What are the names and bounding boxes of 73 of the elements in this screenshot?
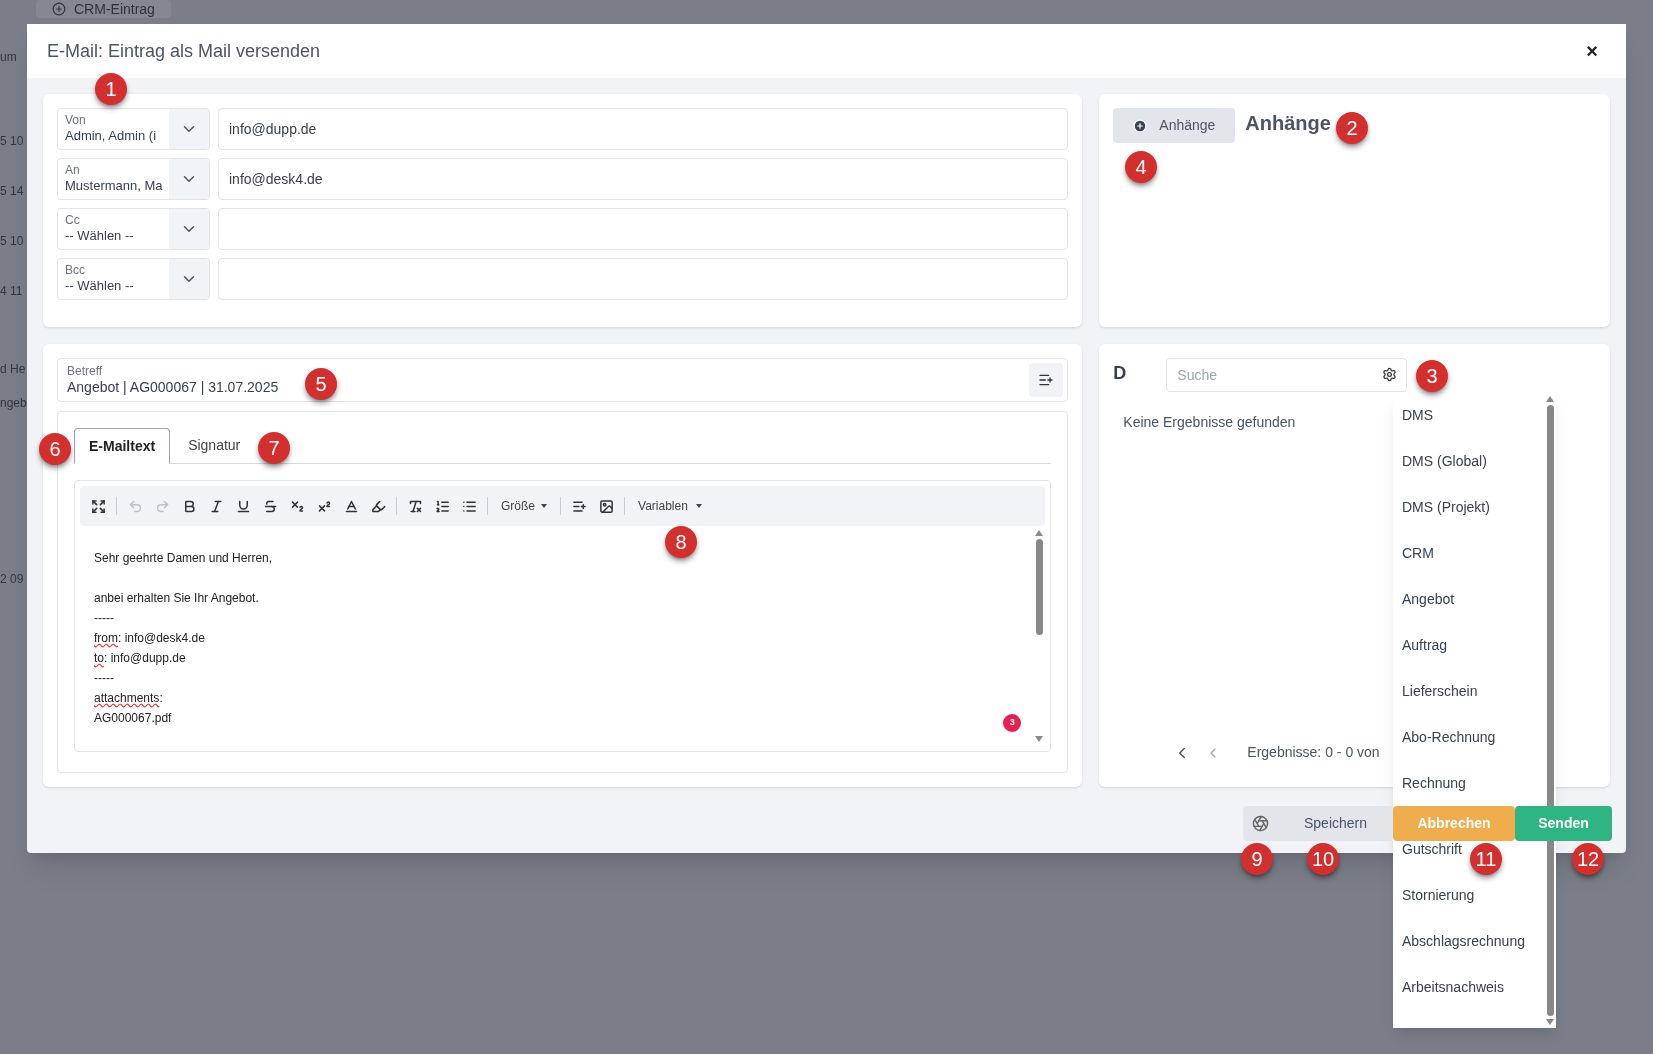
menu-item[interactable]: DMS	[1402, 405, 1544, 425]
menu-item[interactable]: Rechnung	[1402, 773, 1544, 793]
menu-item[interactable]: Stornierung	[1402, 885, 1544, 905]
subject-label: Betreff	[67, 364, 103, 378]
size-dropdown[interactable]: Größe	[493, 493, 555, 519]
aperture-icon	[1252, 815, 1269, 832]
caret-icon	[541, 504, 547, 508]
address-field[interactable]	[218, 208, 1069, 250]
documents-heading: D	[1113, 362, 1127, 385]
save-button[interactable]: Speichern	[1278, 806, 1393, 841]
background-text: 5 10	[0, 133, 24, 150]
select-label: An	[65, 164, 80, 177]
background-text: 5 14	[0, 183, 24, 200]
menu-item[interactable]: Lieferschein	[1402, 681, 1544, 701]
background-text: 2 09	[0, 571, 24, 588]
recipient-select[interactable]: Von Admin, Admin (i	[57, 108, 210, 150]
select-value: -- Wählen --	[65, 227, 134, 245]
select-label: Bcc	[65, 264, 85, 277]
menu-item[interactable]: DMS (Projekt)	[1402, 497, 1544, 517]
insert-list-button[interactable]	[1029, 363, 1064, 397]
body-text-line: AG000067.pdf	[94, 710, 172, 727]
recipient-select[interactable]: Cc -- Wählen --	[57, 208, 210, 250]
background-text: 5 10	[0, 233, 24, 250]
select-label: Cc	[65, 214, 80, 227]
ai-button[interactable]	[1243, 806, 1278, 841]
body-text-line: -----	[94, 670, 114, 687]
menu-item[interactable]: Angebot	[1402, 589, 1544, 609]
callout-marker: 10	[1307, 843, 1339, 875]
plus-icon	[52, 2, 66, 16]
results-count: Ergebnisse: 0 - 0 von	[1247, 743, 1380, 762]
background-text: d He	[0, 361, 26, 378]
editor-tab[interactable]: E-Mailtext	[74, 428, 171, 464]
add-attachment-button[interactable]: Anhänge	[1113, 108, 1236, 143]
body-text-line: -----	[94, 610, 114, 627]
menu-item[interactable]: Abschlagsrechnung	[1402, 931, 1544, 951]
menu-item[interactable]: Abo-Rechnung	[1402, 727, 1544, 747]
select-value: Admin, Admin (i	[65, 127, 157, 145]
plus-icon	[1133, 118, 1148, 133]
subject-value: Angebot | AG000067 | 31.07.2025	[67, 377, 279, 396]
address-field[interactable]: info@dupp.de	[218, 108, 1069, 150]
background-text: ngeb	[0, 395, 27, 412]
body-text-line: anbei erhalten Sie Ihr Angebot.	[94, 590, 259, 607]
background-text: um	[0, 49, 17, 66]
address-field[interactable]: info@desk4.de	[218, 158, 1069, 200]
caret-icon	[695, 504, 702, 508]
address-field[interactable]	[218, 258, 1069, 300]
attachments-heading: Anhänge	[1245, 111, 1331, 136]
empty-message: Keine Ergebnisse gefunden	[1123, 413, 1296, 432]
select-value: Mustermann, Ma	[65, 177, 163, 195]
menu-item[interactable]: DMS (Global)	[1402, 451, 1544, 471]
select-label: Von	[65, 114, 86, 127]
body-text-line: attachments:	[94, 690, 163, 707]
settings-icon[interactable]	[1382, 367, 1398, 382]
body-text-line: Sehr geehrte Damen und Herren,	[94, 550, 273, 567]
body-text-line: to: info@dupp.de	[94, 650, 186, 667]
menu-item[interactable]: Arbeitsnachweis	[1402, 977, 1544, 997]
search-field[interactable]: Suche	[1166, 358, 1408, 392]
close-button[interactable]: ×	[1578, 36, 1606, 66]
issues-badge: 3	[1003, 714, 1022, 732]
recipient-select[interactable]: Bcc -- Wählen --	[57, 258, 210, 300]
editor-tab[interactable]: Signatur	[174, 427, 255, 463]
recipient-select[interactable]: An Mustermann, Ma	[57, 158, 210, 200]
callout-marker: 12	[1572, 843, 1604, 875]
dialog-title: E-Mail: Eintrag als Mail versenden	[47, 39, 321, 63]
menu-item[interactable]: Auftrag	[1402, 635, 1544, 655]
tab-label: CRM-Eintrag	[74, 0, 155, 19]
list-plus-icon	[1038, 372, 1055, 388]
background-text: 4 11	[0, 283, 23, 300]
select-value: -- Wählen --	[65, 277, 134, 295]
menu-item[interactable]: CRM	[1402, 543, 1544, 563]
callout-marker: 9	[1241, 843, 1273, 875]
body-text-line: from: info@desk4.de	[94, 630, 205, 647]
variables-dropdown[interactable]: Variablen	[630, 493, 710, 519]
